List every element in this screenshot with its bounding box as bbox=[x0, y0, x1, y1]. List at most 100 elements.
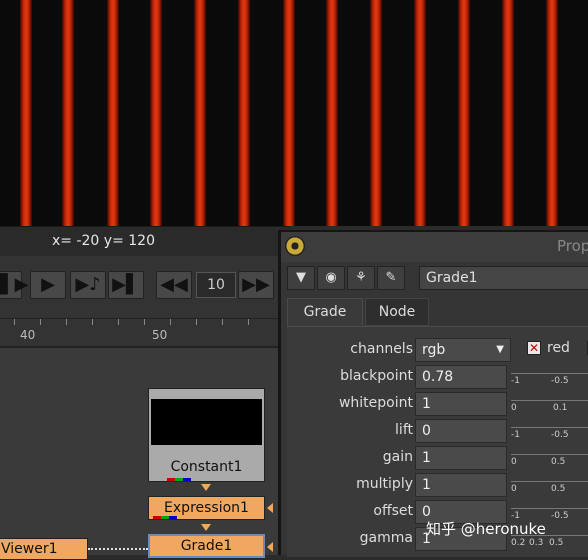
chevron-down-icon: ▼ bbox=[496, 344, 504, 355]
constant-node[interactable]: Constant1 bbox=[148, 388, 265, 482]
center-node-icon[interactable]: ◉ bbox=[317, 266, 345, 290]
wrench-icon[interactable]: ✎ bbox=[377, 266, 405, 290]
channels-row: channels rgb ▼ ✕ red bbox=[287, 337, 588, 364]
gamma-label: gamma bbox=[359, 530, 413, 546]
transport-controls: ▐▌▶ ▶ ▶♪ ▶▌ ◀◀ 10 ▶▶ bbox=[0, 256, 278, 318]
tick bbox=[14, 319, 15, 325]
slider-tick-label: -0.5 bbox=[551, 376, 569, 386]
coordinate-readout: x= -20 y= 120 bbox=[52, 233, 155, 249]
red-stripe bbox=[414, 0, 426, 226]
multiply-input[interactable]: 1 bbox=[415, 473, 507, 497]
slider-track bbox=[511, 508, 588, 509]
slider-tick-label: -1 bbox=[511, 430, 520, 440]
tick bbox=[196, 319, 197, 325]
blackpoint-label: blackpoint bbox=[340, 368, 413, 384]
timeline-label-40: 40 bbox=[20, 328, 36, 342]
arrow-indicator bbox=[201, 484, 211, 491]
slider-tick-label: 0 bbox=[511, 484, 517, 494]
expression-node-label: Expression1 bbox=[164, 500, 249, 516]
channel-indicator bbox=[153, 516, 177, 519]
tick bbox=[170, 319, 171, 325]
timeline-label-50: 50 bbox=[152, 328, 168, 342]
tab-node[interactable]: Node bbox=[365, 298, 429, 326]
red-stripe bbox=[370, 0, 382, 226]
lift-slider[interactable]: -1 -0.5 bbox=[511, 419, 588, 443]
grade-node-label: Grade1 bbox=[180, 538, 233, 554]
expression-node[interactable]: Expression1 bbox=[148, 496, 265, 520]
red-stripe bbox=[546, 0, 558, 226]
tick bbox=[222, 319, 223, 325]
blackpoint-input[interactable]: 0.78 bbox=[415, 365, 507, 389]
blackpoint-row: blackpoint 0.78 -1 -0.5 bbox=[287, 364, 588, 391]
tick bbox=[66, 319, 67, 325]
play-button[interactable]: ▶ bbox=[30, 271, 66, 299]
offset-label: offset bbox=[373, 503, 413, 519]
last-frame-button[interactable]: ▶▌ bbox=[108, 271, 144, 299]
multiply-row: multiply 1 0 0.5 bbox=[287, 472, 588, 499]
next-keyframe-button[interactable]: ▶♪ bbox=[70, 271, 106, 299]
prev-keyframe-button[interactable]: ▐▌▶ bbox=[0, 271, 29, 299]
red-stripe bbox=[107, 0, 119, 226]
panel-title-bar: Prop bbox=[281, 232, 588, 262]
gain-label: gain bbox=[382, 449, 413, 465]
lift-input[interactable]: 0 bbox=[415, 419, 507, 443]
channels-dropdown[interactable]: rgb ▼ bbox=[415, 338, 511, 362]
slider-tick-label: 0.1 bbox=[553, 403, 568, 413]
blackpoint-slider[interactable]: -1 -0.5 bbox=[511, 365, 588, 389]
slider-track bbox=[511, 427, 588, 428]
viewer-canvas[interactable] bbox=[0, 0, 588, 226]
red-label: red bbox=[547, 340, 570, 356]
multiply-slider[interactable]: 0 0.5 bbox=[511, 473, 588, 497]
lift-label: lift bbox=[395, 422, 413, 438]
tick bbox=[40, 319, 41, 325]
viewer-status-bar: x= -20 y= 120 bbox=[0, 226, 290, 256]
slider-track bbox=[511, 454, 588, 455]
slider-tick-label: 0 bbox=[511, 457, 517, 467]
tab-grade[interactable]: Grade bbox=[287, 298, 363, 326]
red-checkbox[interactable]: ✕ bbox=[527, 341, 541, 355]
rewind-button[interactable]: ◀◀ bbox=[156, 271, 192, 299]
watermark: 知乎 @heronuke bbox=[426, 520, 546, 538]
forward-button[interactable]: ▶▶ bbox=[238, 271, 274, 299]
slider-tick-label: -0.5 bbox=[551, 430, 569, 440]
constant-node-label: Constant1 bbox=[170, 459, 243, 475]
slider-track bbox=[511, 481, 588, 482]
arrow-indicator bbox=[201, 524, 211, 531]
frame-input[interactable]: 10 bbox=[196, 272, 236, 298]
whitepoint-input[interactable]: 1 bbox=[415, 392, 507, 416]
slider-tick-label: 0.5 bbox=[551, 484, 566, 494]
slider-tick-label: 0.5 bbox=[551, 457, 566, 467]
red-stripe bbox=[62, 0, 74, 226]
slider-tick-label: -1 bbox=[511, 376, 520, 386]
viewer-node[interactable]: Viewer1 bbox=[0, 538, 88, 560]
red-stripe bbox=[283, 0, 295, 226]
red-stripe bbox=[150, 0, 162, 226]
slider-track bbox=[511, 400, 588, 401]
multiply-label: multiply bbox=[356, 476, 413, 492]
constant-thumbnail bbox=[151, 399, 262, 445]
tick bbox=[144, 319, 145, 325]
gain-row: gain 1 0 0.5 bbox=[287, 445, 588, 472]
grade-node[interactable]: Grade1 bbox=[148, 534, 265, 558]
slider-tick-label: 0 bbox=[511, 403, 517, 413]
tick bbox=[248, 319, 249, 325]
collapse-icon[interactable]: ▼ bbox=[287, 266, 315, 290]
input-icon[interactable]: ⚘ bbox=[347, 266, 375, 290]
channels-label: channels bbox=[350, 341, 413, 357]
slider-track bbox=[511, 373, 588, 374]
red-stripe bbox=[502, 0, 514, 226]
channels-value: rgb bbox=[422, 342, 446, 358]
slider-tick-label: 0.2 bbox=[511, 538, 526, 548]
viewer-connection bbox=[88, 548, 148, 550]
gain-slider[interactable]: 0 0.5 bbox=[511, 446, 588, 470]
gain-input[interactable]: 1 bbox=[415, 446, 507, 470]
timeline-ruler[interactable]: 40 50 bbox=[0, 318, 278, 346]
nuke-logo-icon bbox=[285, 236, 305, 256]
red-stripe bbox=[458, 0, 470, 226]
whitepoint-slider[interactable]: 0 0.1 bbox=[511, 392, 588, 416]
node-graph[interactable]: Constant1 Expression1 Grade1 Viewer1 bbox=[0, 346, 278, 560]
node-name-input[interactable]: Grade1 bbox=[419, 266, 588, 290]
slider-tick-label: 0.5 bbox=[549, 538, 564, 548]
input-arrow bbox=[267, 542, 273, 552]
input-arrow bbox=[267, 503, 273, 513]
